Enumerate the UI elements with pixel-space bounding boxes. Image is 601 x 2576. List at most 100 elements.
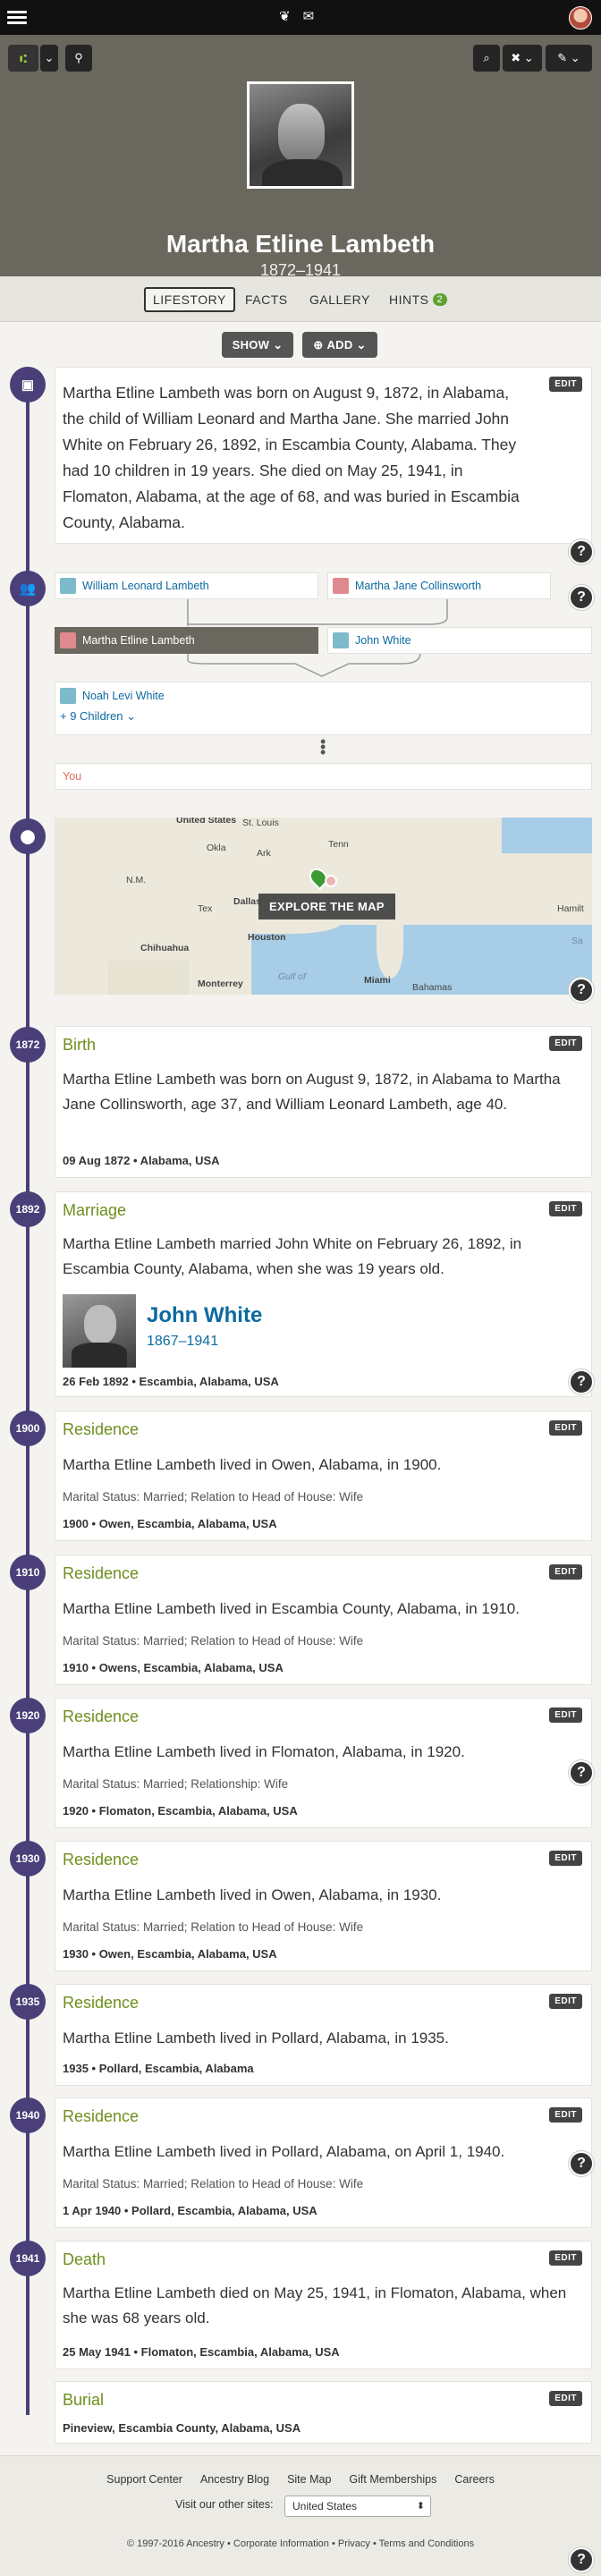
event-edit-button[interactable]: EDIT — [549, 1036, 582, 1051]
help-icon[interactable]: ? — [569, 1760, 594, 1785]
messages-icon[interactable]: ✉ — [303, 8, 315, 24]
spouse-portrait[interactable] — [63, 1294, 136, 1368]
father-card[interactable]: William Leonard Lambeth — [55, 572, 318, 599]
spouse-card[interactable]: John White — [327, 627, 592, 654]
top-nav-icons: ❦ ✉ — [279, 8, 314, 24]
tree-view-button[interactable]: ⑆ — [8, 45, 38, 72]
tab-facts[interactable]: FACTS — [245, 287, 288, 312]
event-edit-button[interactable]: EDIT — [549, 2250, 582, 2266]
event-card-residence: EDIT Residence Martha Etline Lambeth liv… — [55, 1555, 592, 1685]
tab-hints[interactable]: HINTS 2 — [389, 287, 448, 312]
year-node-1935: 1935 — [10, 1984, 46, 2020]
year-node-1941: 1941 — [10, 2241, 46, 2276]
add-dropdown[interactable]: ⊕ ADD ⌄ — [302, 332, 377, 358]
year-node-1940: 1940 — [10, 2097, 46, 2133]
tools-button[interactable]: ✖ ⌄ — [503, 45, 542, 72]
tab-lifestory[interactable]: LIFESTORY — [144, 287, 235, 312]
event-edit-button[interactable]: EDIT — [549, 2391, 582, 2406]
event-text: Martha Etline Lambeth lived in Escambia … — [63, 1600, 520, 1617]
event-edit-button[interactable]: EDIT — [549, 1201, 582, 1216]
other-sites-select[interactable]: United States — [284, 2496, 431, 2517]
search-button[interactable]: ⌕ — [473, 45, 500, 72]
female-icon — [333, 578, 349, 594]
vertical-ellipsis-icon[interactable]: • • • — [320, 733, 326, 760]
event-detail: Marital Status: Married; Relation to Hea… — [63, 1490, 364, 1504]
hints-count-badge: 2 — [432, 293, 448, 306]
help-icon[interactable]: ? — [569, 539, 594, 564]
tab-gallery[interactable]: GALLERY — [309, 287, 370, 312]
family-icon: 👥 — [19, 581, 37, 597]
female-icon — [60, 632, 76, 648]
footer-links: Support Center Ancestry Blog Site Map Gi… — [0, 2473, 601, 2486]
help-icon[interactable]: ? — [569, 2151, 594, 2176]
pencil-icon: ✎ ⌄ — [557, 51, 580, 64]
event-place: 25 May 1941 • Flomaton, Escambia, Alabam… — [63, 2345, 340, 2359]
event-detail: Marital Status: Married; Relation to Hea… — [63, 2177, 364, 2190]
life-map[interactable]: United States St. Louis Okla Ark Tenn N.… — [55, 818, 592, 995]
chevron-down-icon: ⌄ — [273, 337, 284, 352]
event-edit-button[interactable]: EDIT — [549, 1994, 582, 2009]
event-card-marriage: EDIT Marriage Martha Etline Lambeth marr… — [55, 1191, 592, 1397]
event-edit-button[interactable]: EDIT — [549, 1707, 582, 1723]
search-icon: ⌕ — [483, 51, 490, 64]
event-text: Martha Etline Lambeth was born on August… — [63, 1071, 561, 1113]
menu-icon[interactable] — [7, 8, 27, 24]
child-row[interactable]: Noah Levi White — [55, 682, 591, 709]
person-header: ⑆ ⌄ ⚲ ⌕ ✖ ⌄ ✎ ⌄ Martha Etline Lambeth 18… — [0, 35, 601, 298]
help-icon[interactable]: ? — [569, 978, 594, 1003]
explore-map-button[interactable]: EXPLORE THE MAP — [258, 894, 395, 919]
event-place: Pineview, Escambia County, Alabama, USA — [63, 2421, 301, 2435]
male-icon — [60, 578, 76, 594]
event-type: Residence — [63, 1707, 140, 1725]
story-node: ▣ — [10, 367, 46, 402]
footer-link-blog[interactable]: Ancestry Blog — [200, 2473, 269, 2486]
event-edit-button[interactable]: EDIT — [549, 1420, 582, 1436]
self-card[interactable]: Martha Etline Lambeth — [55, 627, 318, 654]
top-nav-bar: ❦ ✉ — [0, 0, 601, 35]
person-pin-icon: ⚲ — [74, 51, 83, 64]
location-pin-icon: ⬤ — [20, 829, 36, 844]
help-icon[interactable]: ? — [569, 585, 594, 610]
event-edit-button[interactable]: EDIT — [549, 2107, 582, 2123]
more-children-link[interactable]: + 9 Children ⌄ — [55, 709, 591, 724]
person-switch-button[interactable]: ⚲ — [65, 45, 92, 72]
person-portrait[interactable] — [247, 81, 354, 189]
event-text: Martha Etline Lambeth lived in Owen, Ala… — [63, 1456, 442, 1473]
spouse-name-link[interactable]: John White — [147, 1303, 262, 1328]
event-edit-button[interactable]: EDIT — [549, 1564, 582, 1580]
user-avatar[interactable] — [569, 6, 592, 30]
footer-link-gift[interactable]: Gift Memberships — [349, 2473, 436, 2486]
event-text: Martha Etline Lambeth lived in Pollard, … — [63, 2029, 449, 2046]
you-card[interactable]: You — [55, 763, 592, 790]
tree-menu-chevron[interactable]: ⌄ — [40, 45, 58, 72]
footer-link-sitemap[interactable]: Site Map — [287, 2473, 331, 2486]
help-icon[interactable]: ? — [569, 1369, 594, 1394]
event-text: Martha Etline Lambeth lived in Pollard, … — [63, 2143, 505, 2160]
map-star-icon[interactable] — [325, 875, 337, 887]
edit-menu-button[interactable]: ✎ ⌄ — [546, 45, 592, 72]
event-edit-button[interactable]: EDIT — [549, 1851, 582, 1866]
event-type: Residence — [63, 1564, 140, 1582]
event-place: 1900 • Owen, Escambia, Alabama, USA — [63, 1517, 277, 1530]
mother-card[interactable]: Martha Jane Collinsworth — [327, 572, 551, 599]
family-node: 👥 — [10, 571, 46, 606]
event-type: Marriage — [63, 1201, 127, 1219]
leaf-hints-icon[interactable]: ❦ — [279, 8, 291, 24]
event-card-birth: EDIT Birth Martha Etline Lambeth was bor… — [55, 1026, 592, 1178]
book-icon: ▣ — [21, 377, 35, 393]
event-detail: Marital Status: Married; Relationship: W… — [63, 1777, 289, 1791]
page-footer: Support Center Ancestry Blog Site Map Gi… — [0, 2455, 601, 2576]
year-node-1892: 1892 — [10, 1191, 46, 1227]
event-place: 1920 • Flomaton, Escambia, Alabama, USA — [63, 1804, 298, 1818]
event-place: 1 Apr 1940 • Pollard, Escambia, Alabama,… — [63, 2204, 317, 2217]
event-text: Martha Etline Lambeth died on May 25, 19… — [63, 2284, 567, 2326]
footer-link-careers[interactable]: Careers — [454, 2473, 494, 2486]
event-type: Residence — [63, 2107, 140, 2125]
story-edit-button[interactable]: EDIT — [549, 377, 582, 392]
footer-link-support[interactable]: Support Center — [106, 2473, 182, 2486]
help-icon[interactable]: ? — [569, 2547, 594, 2572]
event-card-death: EDIT Death Martha Etline Lambeth died on… — [55, 2241, 592, 2369]
event-type: Birth — [63, 1036, 97, 1054]
show-dropdown[interactable]: SHOW ⌄ — [222, 332, 293, 358]
event-type: Residence — [63, 1851, 140, 1868]
